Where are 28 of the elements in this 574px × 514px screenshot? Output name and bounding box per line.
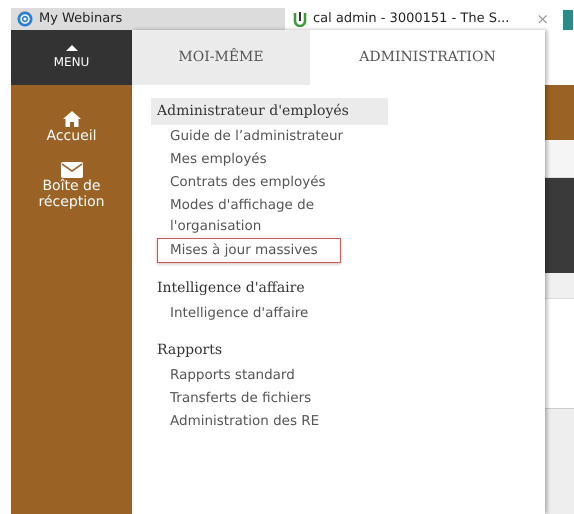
caret-icon: [66, 44, 78, 50]
menu-link[interactable]: Mes employés: [151, 148, 351, 171]
section-heading: Rapports: [156, 341, 224, 360]
menu-link[interactable]: Rapports standard: [151, 364, 351, 387]
tab-title: My Webinars: [39, 10, 124, 28]
menu-link[interactable]: Guide de l’administrateur: [151, 125, 351, 148]
menu-button[interactable]: MENU: [11, 30, 132, 85]
tab-title: cal admin - 3000151 - The S...: [313, 10, 510, 28]
menu-link[interactable]: Contrats des employés: [151, 171, 351, 194]
header-bar: [545, 85, 574, 140]
menu-link[interactable]: Administration des RE: [151, 410, 351, 433]
menu-link[interactable]: Transferts de fichiers: [151, 387, 351, 410]
section-heading: Administrateur d'employés: [151, 98, 388, 125]
menu-link[interactable]: Mises à jour massives: [157, 238, 341, 263]
section-heading: Intelligence d'affaire: [156, 279, 306, 298]
sidebar-item[interactable]: Boîte de réception: [11, 162, 132, 210]
browser-tab[interactable]: My Webinars: [11, 8, 285, 30]
flower-icon: [17, 11, 33, 27]
menu-link[interactable]: Intelligence d'affaire: [151, 302, 351, 325]
tab[interactable]: MOI-MÊME: [132, 30, 310, 85]
sidebar-item[interactable]: Accueil: [42, 110, 100, 144]
tab-logo-icon: [563, 10, 573, 30]
home-icon: [62, 110, 82, 128]
envelope-icon: [60, 162, 82, 178]
menu-link[interactable]: Modes d'affichage de l'organisation: [151, 194, 351, 238]
tab[interactable]: ADMINISTRATION: [310, 30, 545, 85]
tab-logo-icon: [293, 11, 307, 27]
table-header-background: [545, 273, 574, 299]
